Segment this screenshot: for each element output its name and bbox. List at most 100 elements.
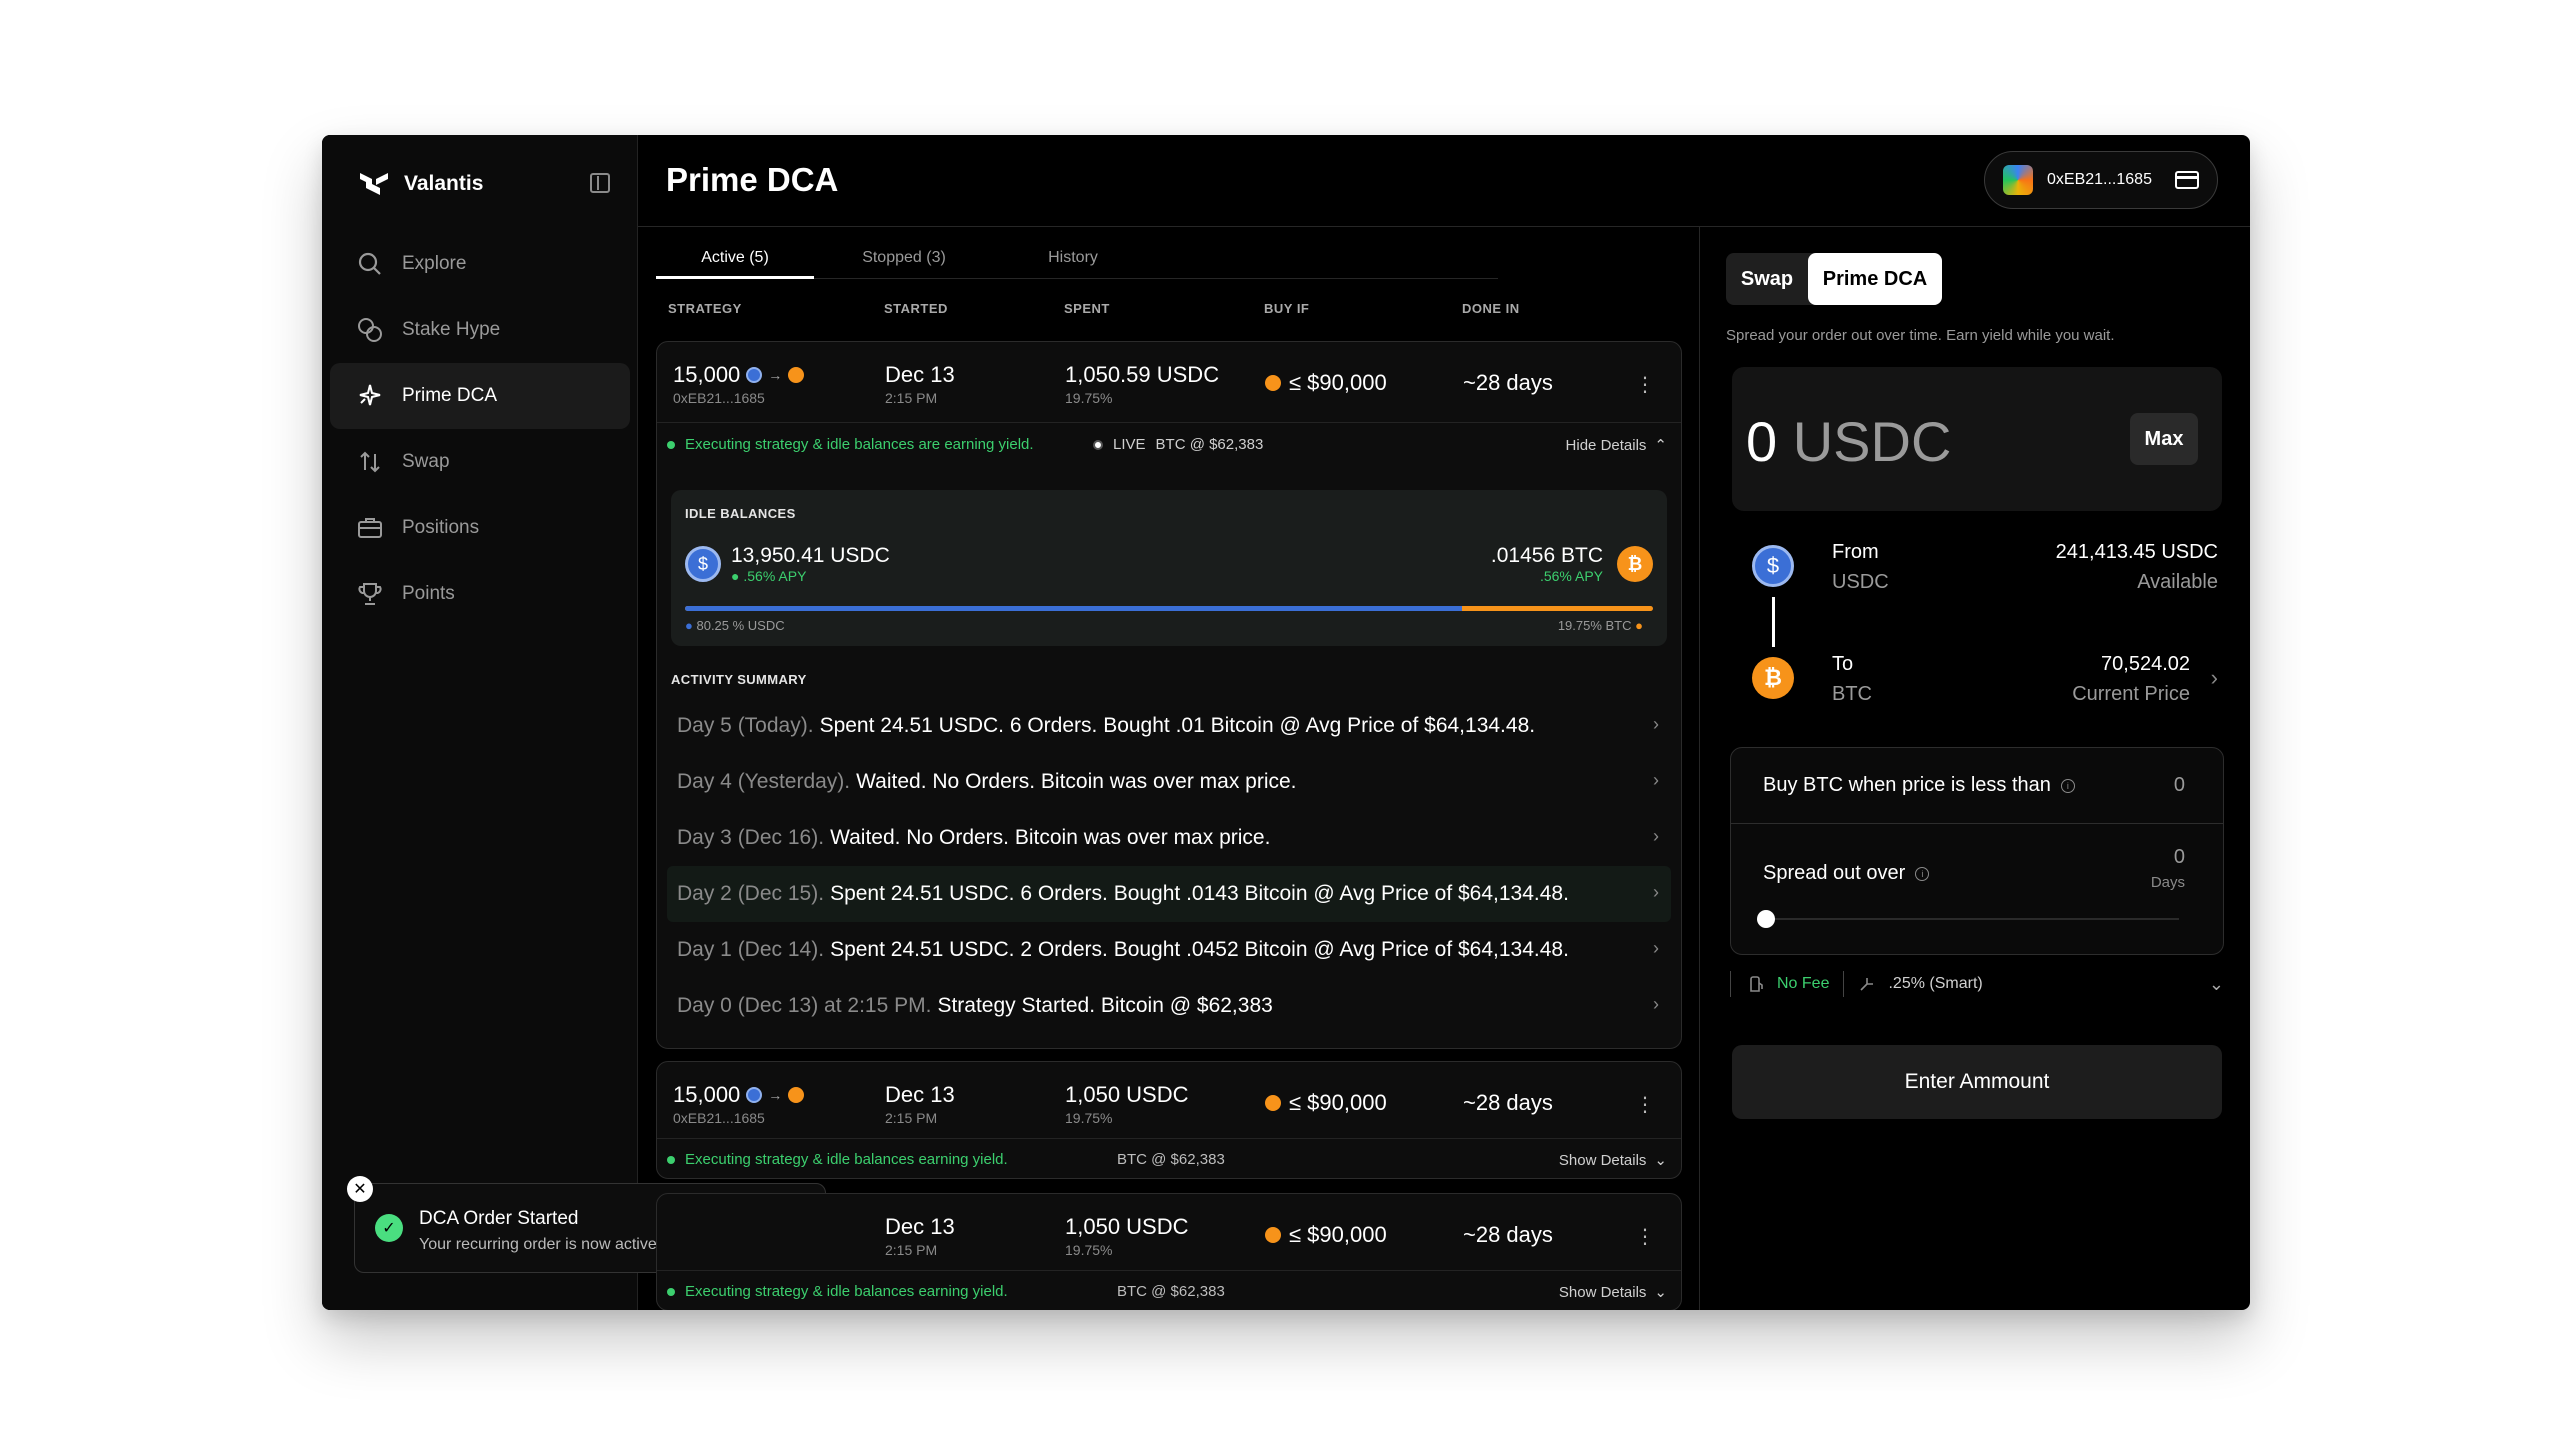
btc-coin-icon: ₿: [1752, 657, 1794, 699]
sidebar-item-label: Prime DCA: [402, 385, 498, 406]
strategy-row[interactable]: 15,000 → 0xEB21...1685 Dec 13 2:15 PM 1,…: [657, 1062, 1681, 1138]
btc-coin-icon: [1265, 1227, 1281, 1243]
smart-slippage[interactable]: .25% (Smart): [1844, 975, 1996, 993]
spent-percent: 19.75%: [1065, 1242, 1113, 1258]
tab-stopped[interactable]: Stopped (3): [814, 245, 994, 279]
spread-value: 0: [2173, 846, 2185, 868]
btc-coin-icon: ₿: [1617, 546, 1653, 582]
usdc-coin-icon: [746, 1087, 763, 1103]
chevron-down-icon[interactable]: ⌄: [2209, 974, 2224, 995]
chevron-right-icon[interactable]: ›: [2211, 665, 2218, 691]
max-price-field[interactable]: Buy BTC when price is less than i 0: [1731, 748, 2223, 824]
sidebar-item-label: Swap: [402, 451, 450, 472]
to-token[interactable]: BTC: [1832, 683, 1872, 706]
btc-price: BTC @ $62,383: [1155, 436, 1264, 453]
max-price-value: 0: [2173, 774, 2185, 796]
column-started: STARTED: [884, 301, 948, 316]
tab-active[interactable]: Active (5): [656, 245, 814, 279]
app-window: Valantis Explore Stake Hype Prime DCA Sw…: [322, 135, 2250, 1310]
spent-percent: 19.75%: [1065, 1110, 1113, 1126]
chevron-right-icon: ›: [1653, 770, 1659, 790]
chevron-down-icon: ⌄: [1654, 1152, 1667, 1169]
amount-input[interactable]: 0 USDC Max: [1732, 367, 2222, 511]
slippage-icon: [1860, 978, 1874, 991]
enter-amount-button[interactable]: Enter Ammount: [1732, 1045, 2222, 1119]
live-indicator: LIVE BTC @ $62,383: [1093, 436, 1263, 453]
toast-title: DCA Order Started: [419, 1208, 579, 1229]
started-time: 2:15 PM: [885, 390, 938, 406]
swap-mode-button[interactable]: Swap: [1726, 253, 1808, 305]
brand[interactable]: Valantis: [358, 169, 483, 199]
buy-if: ≤ $90,000: [1265, 1222, 1387, 1248]
more-options-icon[interactable]: ⋮: [1635, 1092, 1655, 1117]
amount-value: 0 USDC: [1746, 410, 1952, 473]
idle-balances-title: IDLE BALANCES: [685, 506, 796, 521]
done-in: ~28 days: [1463, 1222, 1553, 1247]
strategy-card: 15,000 → 0xEB21...1685 Dec 13 2:15 PM 1,…: [656, 341, 1682, 1049]
sidebar-item-stake-hype[interactable]: Stake Hype: [330, 297, 630, 363]
sidebar-item-prime-dca[interactable]: Prime DCA: [330, 363, 630, 429]
arrow-right-icon: →: [768, 1087, 783, 1103]
btc-coin-icon: [788, 1087, 805, 1103]
gas-icon: [1750, 976, 1763, 992]
info-icon[interactable]: i: [2060, 778, 2075, 793]
wallet-address: 0xEB21...1685: [2047, 171, 2152, 188]
mode-switch: Swap Prime DCA: [1726, 253, 1942, 305]
sidebar-item-points[interactable]: Points: [330, 561, 630, 627]
spent-value: 1,050 USDC: [1065, 1214, 1189, 1239]
spent-value: 1,050 USDC: [1065, 1082, 1189, 1107]
strategy-row[interactable]: 15,000 → 0xEB21...1685 Dec 13 2:15 PM 1,…: [657, 342, 1681, 422]
buy-if-value: ≤ $90,000: [1289, 1090, 1387, 1115]
to-current-price: 70,524.02: [2101, 653, 2190, 675]
activity-item[interactable]: Day 0 (Dec 13) at 2:15 PM. Strategy Start…: [667, 978, 1671, 1034]
from-available: 241,413.45 USDC: [2055, 541, 2218, 563]
activity-item[interactable]: Day 3 (Dec 16). Waited. No Orders. Bitcoi…: [667, 810, 1671, 866]
arrows-up-down-icon: [356, 448, 384, 476]
hide-details-button[interactable]: Hide Details ⌃: [1566, 436, 1667, 455]
brand-name: Valantis: [404, 172, 484, 195]
no-fee-badge: No Fee: [1731, 975, 1843, 993]
spread-slider[interactable]: [1757, 910, 2179, 928]
done-in: ~28 days: [1463, 1090, 1553, 1115]
buy-if-value: ≤ $90,000: [1289, 370, 1387, 395]
sidebar-item-positions[interactable]: Positions: [330, 495, 630, 561]
activity-summary-title: ACTIVITY SUMMARY: [671, 672, 807, 687]
spread-label: Spread out over i: [1763, 862, 1930, 885]
briefcase-icon: [356, 514, 384, 542]
tab-history[interactable]: History: [994, 245, 1152, 279]
wallet-button[interactable]: 0xEB21...1685: [1984, 151, 2218, 209]
show-details-button[interactable]: Show Details ⌄: [1559, 1283, 1667, 1302]
prime-dca-mode-button[interactable]: Prime DCA: [1808, 253, 1942, 305]
activity-item[interactable]: Day 2 (Dec 15). Spent 24.51 USDC. 6 Order…: [667, 866, 1671, 922]
usdc-ratio-fill: [685, 606, 1462, 611]
show-details-button[interactable]: Show Details ⌄: [1559, 1151, 1667, 1170]
collapse-sidebar-icon[interactable]: [590, 173, 610, 193]
check-circle-icon: ✓: [375, 1214, 403, 1242]
strategy-card: 15,000 → 0xEB21...1685 Dec 13 2:15 PM 1,…: [656, 1061, 1682, 1179]
usdc-balance: $ 13,950.41 USDC ● .56% APY: [685, 544, 890, 584]
activity-item[interactable]: Day 5 (Today). Spent 24.51 USDC. 6 Orders…: [667, 698, 1671, 754]
sidebar-item-swap[interactable]: Swap: [330, 429, 630, 495]
activity-item[interactable]: Day 1 (Dec 14). Spent 24.51 USDC. 2 Order…: [667, 922, 1671, 978]
more-options-icon[interactable]: ⋮: [1635, 1224, 1655, 1249]
max-button[interactable]: Max: [2130, 413, 2198, 465]
btc-coin-icon: [788, 367, 805, 383]
strategy-address: 0xEB21...1685: [673, 390, 765, 406]
done-in: ~28 days: [1463, 370, 1553, 395]
info-icon[interactable]: i: [1915, 866, 1930, 881]
close-icon[interactable]: ✕: [347, 1176, 373, 1202]
sidebar-item-explore[interactable]: Explore: [330, 231, 630, 297]
status-row: Executing strategy & idle balances earni…: [657, 1138, 1681, 1178]
more-options-icon[interactable]: ⋮: [1635, 372, 1655, 397]
trophy-icon: [356, 580, 384, 608]
activity-item[interactable]: Day 4 (Yesterday). Waited. No Orders. Bit…: [667, 754, 1671, 810]
started-date: Dec 13: [885, 1214, 955, 1239]
slider-handle[interactable]: [1757, 910, 1775, 928]
strategy-row[interactable]: Dec 13 2:15 PM 1,050 USDC 19.75% ≤ $90,0…: [657, 1194, 1681, 1270]
panel-tagline: Spread your order out over time. Earn yi…: [1726, 327, 2115, 344]
started-date: Dec 13: [885, 362, 955, 387]
chevron-down-icon: ⌄: [1654, 1284, 1667, 1301]
spent-percent: 19.75%: [1065, 390, 1113, 406]
to-label: To: [1832, 653, 1854, 675]
sidebar: Valantis Explore Stake Hype Prime DCA Sw…: [322, 135, 826, 1310]
